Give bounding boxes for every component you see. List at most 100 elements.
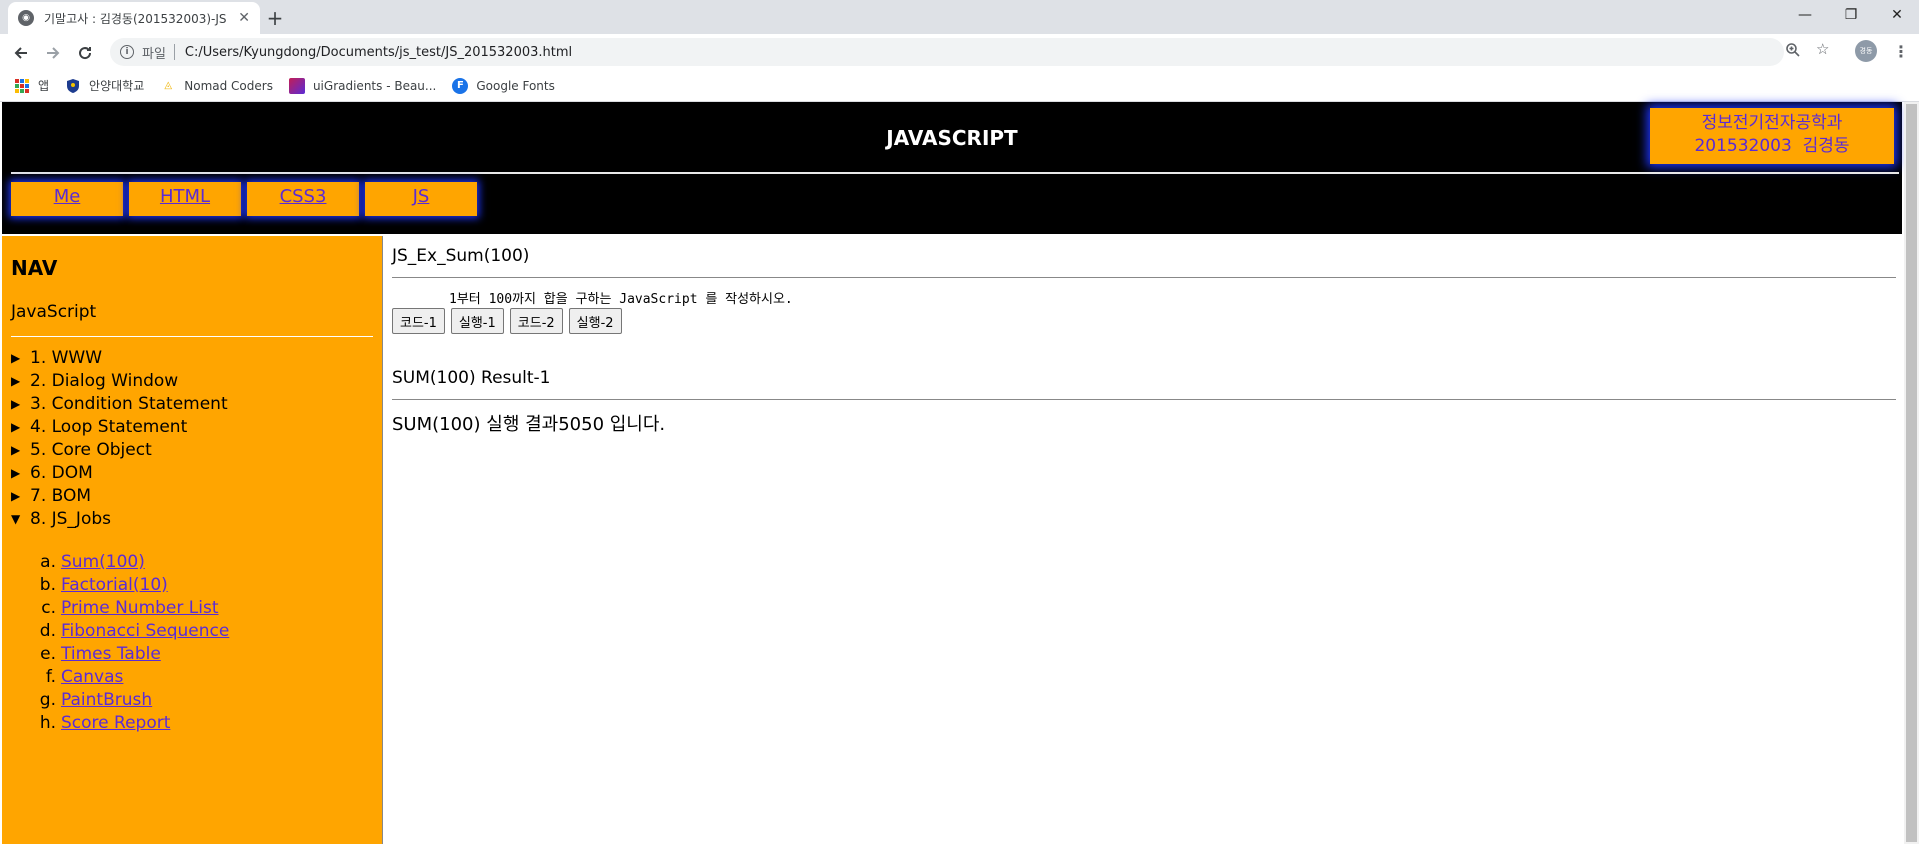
browser-toolbar: i 파일 C:/Users/Kyungdong/Documents/js_tes… bbox=[0, 34, 1919, 70]
tab-strip: ◉ 기말고사 : 김경동(201532003)-JS ✕ + — ❐ ✕ bbox=[0, 0, 1919, 34]
nav-item-loop-statement[interactable]: ▶ 4. Loop Statement bbox=[11, 415, 228, 438]
divider bbox=[173, 44, 175, 60]
student-info-box: 정보전기전자공학과 201532003 김경동 bbox=[1650, 108, 1894, 164]
bookmark-label: 안양대학교 bbox=[89, 79, 145, 93]
job-link-score-report[interactable]: Score Report bbox=[61, 713, 170, 733]
nav-divider bbox=[11, 336, 373, 337]
nav-item-label: 5. Core Object bbox=[30, 439, 152, 460]
menu-link-css3[interactable]: CSS3 bbox=[247, 182, 359, 216]
job-link-fibonacci[interactable]: Fibonacci Sequence bbox=[61, 621, 229, 641]
nav-item-label: 8. JS_Jobs bbox=[30, 508, 111, 529]
bookmark-anyang[interactable]: 안양대학교 bbox=[65, 77, 144, 94]
restore-button[interactable]: ❐ bbox=[1828, 0, 1874, 30]
profile-avatar[interactable]: 경동 bbox=[1855, 40, 1877, 62]
bookmarks-bar: 앱 안양대학교 ◬ Nomad Coders uiGradients - Bea… bbox=[0, 70, 1919, 102]
page-scrollbar[interactable] bbox=[1904, 102, 1919, 844]
sidebar-nav: NAV JavaScript ▶ 1. WWW ▶ 2. Dialog Window… bbox=[2, 236, 383, 844]
zoom-icon[interactable] bbox=[1785, 42, 1801, 62]
result-title: SUM(100) Result-1 bbox=[392, 368, 551, 388]
js-jobs-list: a. Sum(100) b. Factorial(10) c. Prime Numbe… bbox=[32, 550, 230, 734]
web-page: JAVASCRIPT 정보전기전자공학과 201532003 김경동 Me HT… bbox=[0, 102, 1904, 844]
bookmark-label: 앱 bbox=[38, 79, 50, 93]
run-1-button[interactable]: 실행-1 bbox=[450, 308, 504, 334]
tab-title: 기말고사 : 김경동(201532003)-JS bbox=[44, 11, 227, 26]
nav-item-dialog-window[interactable]: ▶ 2. Dialog Window bbox=[11, 369, 228, 392]
nav-item-label: 7. BOM bbox=[30, 485, 92, 506]
bookmark-label: uiGradients - Beau... bbox=[312, 78, 437, 93]
list-item: b. Factorial(10) bbox=[32, 573, 229, 596]
bookmark-apps[interactable]: 앱 bbox=[14, 77, 49, 94]
bookmark-label: Nomad Coders bbox=[184, 78, 273, 93]
code-2-button[interactable]: 코드-2 bbox=[509, 308, 563, 334]
star-icon[interactable]: ☆ bbox=[1816, 40, 1829, 58]
list-item: f. Canvas bbox=[32, 665, 229, 688]
expand-triangle-icon: ▶ bbox=[11, 465, 21, 480]
nav-item-condition-statement[interactable]: ▶ 3. Condition Statement bbox=[11, 392, 228, 415]
job-link-sum[interactable]: Sum(100) bbox=[61, 552, 145, 572]
result-text: SUM(100) 실행 결과5050 입니다. bbox=[392, 414, 666, 435]
menu-link-me[interactable]: Me bbox=[11, 182, 123, 216]
reload-button[interactable] bbox=[72, 40, 98, 66]
more-menu-icon[interactable]: ⋮ bbox=[1893, 42, 1909, 61]
browser-tab[interactable]: ◉ 기말고사 : 김경동(201532003)-JS ✕ bbox=[8, 2, 260, 34]
forward-arrow-icon bbox=[47, 47, 60, 59]
scheme-label: 파일 bbox=[142, 46, 166, 62]
bookmark-google-fonts[interactable]: F Google Fonts bbox=[452, 77, 555, 94]
new-tab-button[interactable]: + bbox=[262, 5, 288, 31]
info-icon[interactable]: i bbox=[120, 45, 134, 59]
menu-link-js[interactable]: JS bbox=[365, 182, 477, 216]
collapse-triangle-icon: ▼ bbox=[11, 511, 21, 526]
job-link-times-table[interactable]: Times Table bbox=[61, 644, 161, 664]
nav-item-label: 6. DOM bbox=[30, 462, 93, 483]
address-bar[interactable]: i 파일 C:/Users/Kyungdong/Documents/js_tes… bbox=[110, 38, 1784, 66]
job-link-prime[interactable]: Prime Number List bbox=[61, 598, 219, 618]
nav-list: ▶ 1. WWW ▶ 2. Dialog Window ▶ 3. Condition … bbox=[11, 346, 228, 530]
action-buttons: 코드-1 실행-1 코드-2 실행-2 bbox=[392, 308, 628, 334]
nav-item-label: 3. Condition Statement bbox=[30, 393, 228, 414]
nav-item-label: 1. WWW bbox=[30, 347, 103, 368]
list-marker: h. bbox=[39, 712, 56, 733]
nav-item-bom[interactable]: ▶ 7. BOM bbox=[11, 484, 228, 507]
list-item: h. Score Report bbox=[32, 711, 229, 734]
bookmark-nomad[interactable]: ◬ Nomad Coders bbox=[160, 78, 273, 94]
apps-grid-icon bbox=[14, 78, 30, 94]
list-marker: c. bbox=[41, 597, 56, 618]
expand-triangle-icon: ▶ bbox=[11, 373, 21, 388]
bookmark-uigradients[interactable]: uiGradients - Beau... bbox=[288, 77, 437, 94]
job-link-paintbrush[interactable]: PaintBrush bbox=[61, 690, 152, 710]
run-2-button[interactable]: 실행-2 bbox=[568, 308, 622, 334]
url-text[interactable]: C:/Users/Kyungdong/Documents/js_test/JS_… bbox=[185, 45, 572, 60]
close-window-button[interactable]: ✕ bbox=[1874, 0, 1919, 30]
code-1-button[interactable]: 코드-1 bbox=[392, 308, 445, 334]
list-item: a. Sum(100) bbox=[32, 550, 229, 573]
list-marker: g. bbox=[39, 689, 56, 710]
list-item: c. Prime Number List bbox=[32, 596, 229, 619]
shield-icon bbox=[65, 78, 81, 94]
tab-close-icon[interactable]: ✕ bbox=[238, 10, 250, 26]
student-id-name: 201532003 김경동 bbox=[1694, 136, 1850, 156]
nav-item-label: 2. Dialog Window bbox=[30, 370, 179, 391]
expand-triangle-icon: ▶ bbox=[11, 350, 21, 365]
nav-item-dom[interactable]: ▶ 6. DOM bbox=[11, 461, 228, 484]
list-marker: b. bbox=[39, 574, 56, 595]
nav-item-core-object[interactable]: ▶ 5. Core Object bbox=[11, 438, 228, 461]
section-divider bbox=[392, 277, 1896, 278]
nav-item-www[interactable]: ▶ 1. WWW bbox=[11, 346, 228, 369]
google-fonts-icon: F bbox=[452, 77, 469, 94]
scrollbar-thumb[interactable] bbox=[1906, 104, 1917, 842]
job-link-canvas[interactable]: Canvas bbox=[61, 667, 123, 687]
nav-subtitle: JavaScript bbox=[11, 302, 97, 322]
page-title: JAVASCRIPT bbox=[886, 126, 1018, 150]
back-arrow-icon bbox=[14, 47, 27, 59]
back-button[interactable] bbox=[8, 40, 34, 66]
menu-link-html[interactable]: HTML bbox=[129, 182, 241, 216]
nav-item-js-jobs[interactable]: ▼ 8. JS_Jobs bbox=[11, 507, 228, 530]
forward-button[interactable] bbox=[40, 40, 66, 66]
minimize-button[interactable]: — bbox=[1782, 0, 1828, 30]
job-link-factorial[interactable]: Factorial(10) bbox=[61, 575, 168, 595]
list-marker: d. bbox=[39, 620, 56, 641]
list-marker: e. bbox=[40, 643, 56, 664]
list-item: e. Times Table bbox=[32, 642, 229, 665]
result-divider bbox=[392, 399, 1896, 400]
list-marker: f. bbox=[45, 666, 56, 687]
